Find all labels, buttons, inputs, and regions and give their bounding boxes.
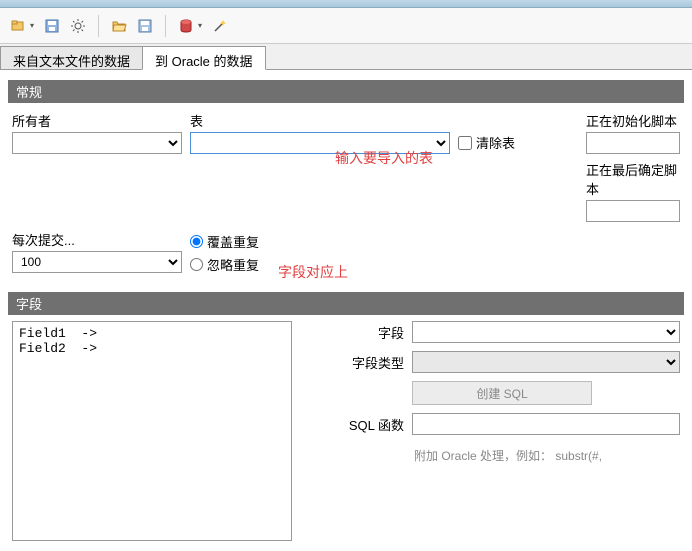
create-sql-button[interactable]: 创建 SQL (412, 381, 592, 405)
general-form: 所有者 表 清除表 正在初始化脚本 正在最后确定脚本 每次提交... (8, 103, 684, 286)
section-fields-header: 字段 (8, 292, 684, 315)
toolbar-separator (98, 15, 99, 37)
table-label: 表 (190, 111, 450, 132)
owner-select[interactable] (12, 132, 182, 154)
final-script-input[interactable] (586, 200, 680, 222)
clear-table-label: 清除表 (476, 133, 515, 152)
hint-input-table: 输入要导入的表 (335, 148, 433, 168)
field-type-label: 字段类型 (304, 353, 404, 372)
ignore-radio-input[interactable] (190, 258, 203, 271)
final-script-label: 正在最后确定脚本 (586, 160, 680, 200)
tab-from-text[interactable]: 来自文本文件的数据 (0, 46, 143, 69)
commit-every-label: 每次提交... (12, 230, 182, 251)
ignore-label: 忽略重复 (207, 255, 259, 274)
toolbar: ▾ ▾ (0, 8, 692, 44)
init-script-input[interactable] (586, 132, 680, 154)
fields-right-panel: 字段 字段类型 创建 SQL SQL 函数 附加 Oracle 处理，例如： s… (304, 321, 680, 541)
overwrite-label: 覆盖重复 (207, 232, 259, 251)
dropdown-arrow-icon[interactable]: ▾ (30, 21, 34, 30)
folder-open-icon[interactable] (109, 16, 129, 36)
clear-table-checkbox[interactable]: 清除表 (458, 133, 578, 152)
overwrite-radio[interactable]: 覆盖重复 (190, 232, 450, 251)
save-disk-icon[interactable] (135, 16, 155, 36)
sql-func-input[interactable] (412, 413, 680, 435)
clear-table-input[interactable] (458, 136, 472, 150)
sql-func-label: SQL 函数 (304, 415, 404, 434)
section-general-header: 常规 (8, 80, 684, 103)
sun-icon[interactable] (68, 16, 88, 36)
database-icon[interactable] (176, 16, 196, 36)
overwrite-radio-input[interactable] (190, 235, 203, 248)
tab-bar: 来自文本文件的数据 到 Oracle 的数据 (0, 44, 692, 70)
dropdown-arrow-icon[interactable]: ▾ (198, 21, 202, 30)
wand-icon[interactable] (210, 16, 230, 36)
save-icon[interactable] (42, 16, 62, 36)
commit-select[interactable]: 100 (12, 251, 182, 273)
field-select[interactable] (412, 321, 680, 343)
fields-listbox[interactable]: Field1 -> Field2 -> (12, 321, 292, 541)
content-area: 常规 所有者 表 清除表 正在初始化脚本 正在最后确定脚本 (0, 70, 692, 551)
fields-area: Field1 -> Field2 -> 字段 字段类型 创建 SQL SQL 函… (8, 315, 684, 547)
sql-func-note: 附加 Oracle 处理，例如： substr(#, (414, 447, 680, 464)
init-script-label: 正在初始化脚本 (586, 111, 680, 132)
field-label: 字段 (304, 323, 404, 342)
field-type-select[interactable] (412, 351, 680, 373)
owner-label: 所有者 (12, 111, 182, 132)
hint-field-match: 字段对应上 (278, 262, 348, 282)
tab-to-oracle[interactable]: 到 Oracle 的数据 (142, 46, 266, 70)
toolbar-separator (165, 15, 166, 37)
window-titlebar (0, 0, 692, 8)
open-icon[interactable] (8, 16, 28, 36)
